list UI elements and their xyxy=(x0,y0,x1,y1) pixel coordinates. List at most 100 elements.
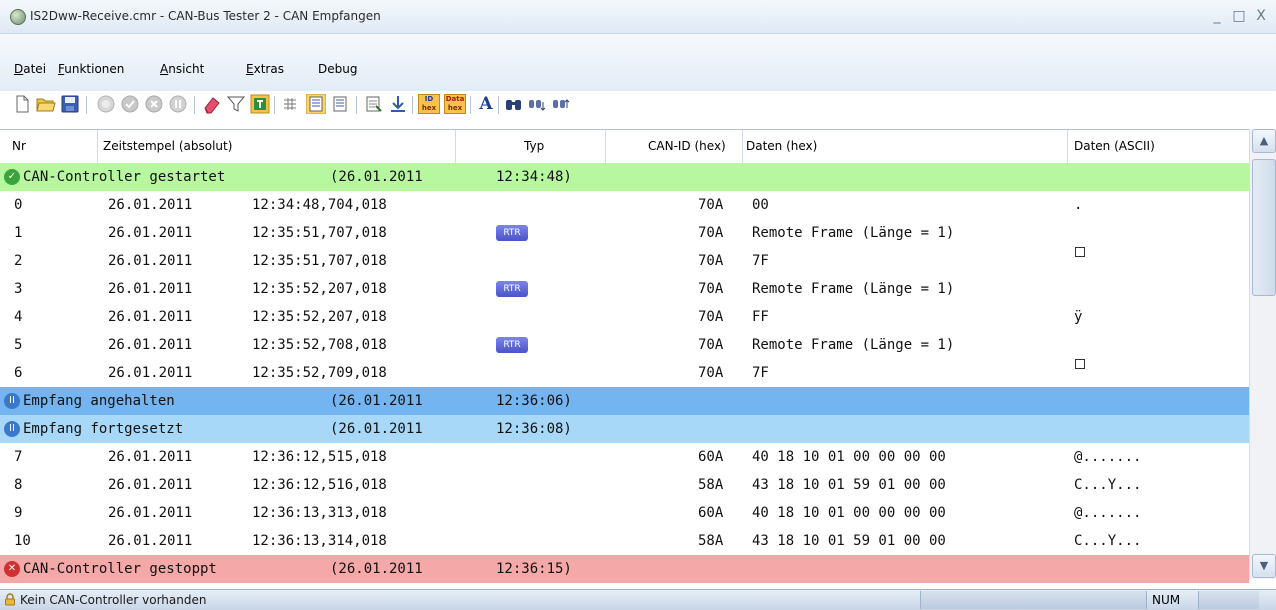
rtr-badge: RTR xyxy=(496,337,528,353)
cell-date: 26.01.2011 xyxy=(108,225,193,241)
cell-data: 7F xyxy=(752,365,769,381)
table-row[interactable]: 2 26.01.2011 12:35:51,707,018 70A 7F xyxy=(0,247,1249,275)
event-row-stopped[interactable]: ✕ CAN-Controller gestoppt (26.01.2011 12:36… xyxy=(0,555,1249,583)
cell-id: 70A xyxy=(698,197,724,213)
menu-datei[interactable]: Datei xyxy=(14,62,46,76)
lock-icon xyxy=(5,593,15,606)
save-icon[interactable] xyxy=(60,94,80,114)
id-hex-icon[interactable]: ID hex xyxy=(418,94,440,114)
export-icon[interactable] xyxy=(364,94,384,114)
column-can-id[interactable]: CAN-ID (hex) xyxy=(648,130,726,163)
column-timestamp[interactable]: Zeitstempel (absolut) xyxy=(103,130,232,163)
table-row[interactable]: 7 26.01.2011 12:36:12,515,018 60A 40 18 10 0… xyxy=(0,443,1249,471)
toolbar-separator xyxy=(194,96,195,114)
column-nr[interactable]: Nr xyxy=(12,130,26,163)
scroll-down-icon[interactable]: ▼ xyxy=(1252,554,1276,578)
find-icon[interactable] xyxy=(504,94,524,114)
vertical-scrollbar[interactable]: ▲ ▼ xyxy=(1249,129,1276,579)
cell-data: Remote Frame (Länge = 1) xyxy=(752,225,955,241)
column-divider[interactable] xyxy=(97,130,98,163)
column-divider[interactable] xyxy=(605,130,606,163)
table-row[interactable]: 6 26.01.2011 12:35:52,709,018 70A 7F xyxy=(0,359,1249,387)
table-row[interactable]: 0 26.01.2011 12:34:48,704,018 70A 00. xyxy=(0,191,1249,219)
menu-funktionen[interactable]: Funktionen xyxy=(58,62,124,76)
cell-ascii: @....... xyxy=(1074,449,1142,465)
rtr-badge: RTR xyxy=(496,225,528,241)
trigger-icon[interactable] xyxy=(250,94,270,114)
download-icon[interactable] xyxy=(388,94,408,114)
open-folder-icon[interactable] xyxy=(36,94,56,114)
app-icon xyxy=(10,9,26,25)
cell-id: 58A xyxy=(698,477,724,493)
cell-date: 26.01.2011 xyxy=(108,505,193,521)
cell-date: 26.01.2011 xyxy=(108,337,193,353)
cell-nr: 8 xyxy=(14,477,23,493)
scroll-thumb[interactable] xyxy=(1252,159,1276,296)
cell-nr: 0 xyxy=(14,197,23,213)
cell-data: 43 18 10 01 59 01 00 00 xyxy=(752,477,946,493)
close-button[interactable]: X xyxy=(1250,6,1272,26)
grid-icon[interactable] xyxy=(280,94,300,114)
start-icon[interactable] xyxy=(96,94,116,114)
toolbar-separator xyxy=(470,96,471,114)
cell-id: 70A xyxy=(698,281,724,297)
list-view-icon[interactable] xyxy=(306,94,326,114)
column-data-hex[interactable]: Daten (hex) xyxy=(746,130,817,163)
status-panel xyxy=(920,591,1147,609)
font-icon[interactable]: A xyxy=(476,94,496,114)
cell-nr: 5 xyxy=(14,337,23,353)
filter-icon[interactable] xyxy=(226,94,246,114)
column-divider[interactable] xyxy=(1067,130,1068,163)
find-next-icon[interactable] xyxy=(528,94,548,114)
event-date: (26.01.2011 xyxy=(330,169,423,185)
new-file-icon[interactable] xyxy=(12,94,32,114)
find-prev-icon[interactable] xyxy=(552,94,572,114)
stop-icon[interactable] xyxy=(144,94,164,114)
menu-extras[interactable]: Extras xyxy=(246,62,284,76)
check-icon[interactable] xyxy=(120,94,140,114)
cell-data: 7F xyxy=(752,253,769,269)
menu-ansicht[interactable]: Ansicht xyxy=(160,62,204,76)
window-title: IS2Dww-Receive.cmr - CAN-Bus Tester 2 - … xyxy=(30,9,381,23)
event-row-resumed[interactable]: II Empfang fortgesetzt (26.01.2011 12:36:08… xyxy=(0,415,1249,443)
cell-date: 26.01.2011 xyxy=(108,309,193,325)
table-row[interactable]: 1 26.01.2011 12:35:51,707,018 70A Remote Fra… xyxy=(0,219,1249,247)
table-row[interactable]: 9 26.01.2011 12:36:13,313,018 60A 40 18 10 0… xyxy=(0,499,1249,527)
column-header: Nr Zeitstempel (absolut) Typ CAN-ID (hex… xyxy=(0,129,1249,164)
pause-icon: II xyxy=(4,421,20,437)
cell-data: FF xyxy=(752,309,769,325)
table-row[interactable]: 3 26.01.2011 12:35:52,207,018 70A Remote Fra… xyxy=(0,275,1249,303)
toolbar-separator xyxy=(274,96,275,114)
maximize-button[interactable]: □ xyxy=(1228,6,1250,26)
column-data-ascii[interactable]: Daten (ASCII) xyxy=(1074,130,1155,163)
eraser-icon[interactable] xyxy=(202,94,222,114)
minimize-button[interactable]: _ xyxy=(1206,6,1228,26)
event-text: CAN-Controller gestoppt xyxy=(23,561,217,577)
table-row[interactable]: 4 26.01.2011 12:35:52,207,018 70A FF ÿ xyxy=(0,303,1249,331)
column-divider[interactable] xyxy=(455,130,456,163)
pause-icon[interactable] xyxy=(168,94,188,114)
data-hex-icon[interactable]: Data hex xyxy=(444,94,466,114)
cell-date: 26.01.2011 xyxy=(108,533,193,549)
event-row-paused[interactable]: II Empfang angehalten (26.01.2011 12:36:06) xyxy=(0,387,1249,415)
cell-nr: 3 xyxy=(14,281,23,297)
event-date: (26.01.2011 xyxy=(330,393,423,409)
event-row-started[interactable]: ✓ CAN-Controller gestartet (26.01.2011 12:3… xyxy=(0,163,1249,191)
cell-id: 70A xyxy=(698,253,724,269)
cell-time: 12:36:12,515,018 xyxy=(252,449,387,465)
event-date: (26.01.2011 xyxy=(330,421,423,437)
table-row[interactable]: 10 26.01.2011 12:36:13,314,018 58A 43 18 10 … xyxy=(0,527,1249,555)
column-type[interactable]: Typ xyxy=(524,130,544,163)
cell-nr: 2 xyxy=(14,253,23,269)
scroll-up-icon[interactable]: ▲ xyxy=(1252,129,1276,153)
cell-date: 26.01.2011 xyxy=(108,197,193,213)
column-divider[interactable] xyxy=(742,130,743,163)
table-row[interactable]: 5 26.01.2011 12:35:52,708,018 70A Remote Fra… xyxy=(0,331,1249,359)
table-row[interactable]: 8 26.01.2011 12:36:12,516,018 58A 43 18 10 0… xyxy=(0,471,1249,499)
detail-view-icon[interactable] xyxy=(330,94,350,114)
menu-debug[interactable]: Debug xyxy=(318,62,357,76)
cell-ascii: ÿ xyxy=(1074,309,1083,325)
event-text: Empfang fortgesetzt xyxy=(23,421,184,437)
cell-time: 12:35:52,708,018 xyxy=(252,337,387,353)
cell-nr: 6 xyxy=(14,365,23,381)
